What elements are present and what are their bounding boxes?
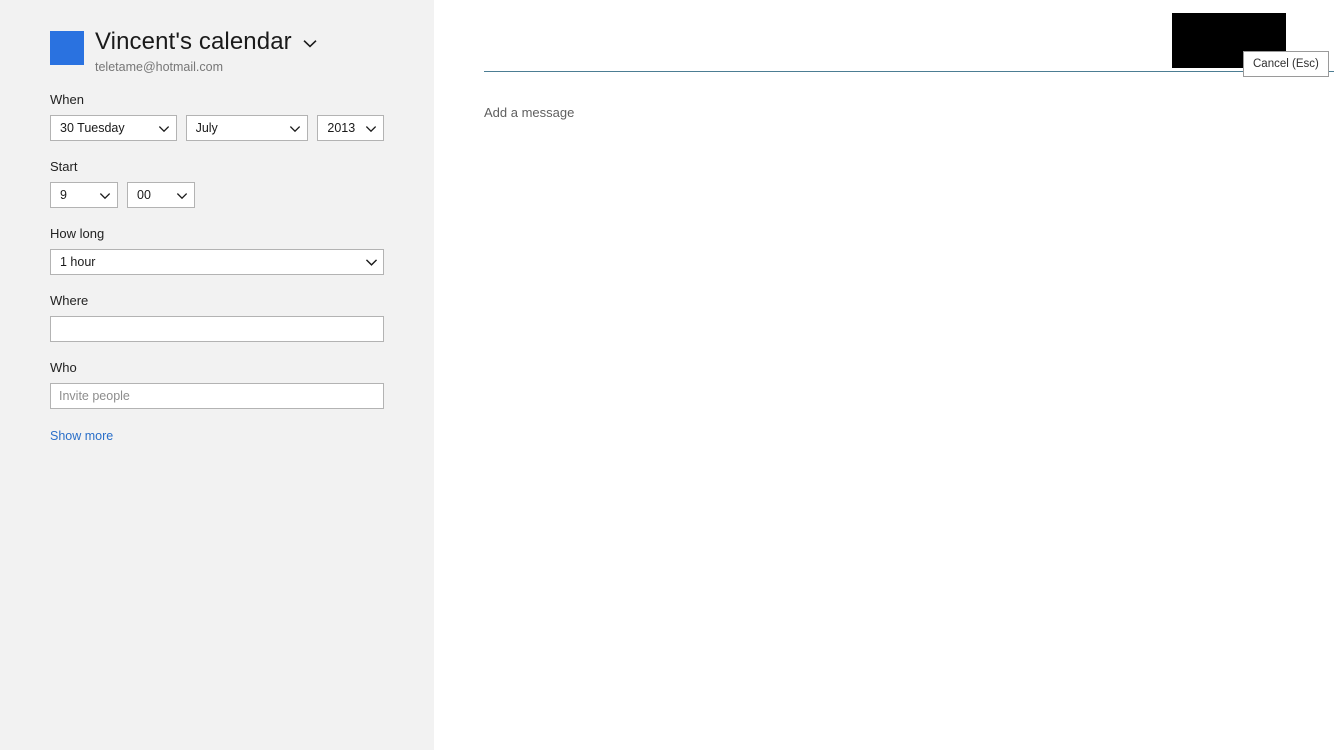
start-label: Start (50, 159, 78, 174)
event-compose-pane: Add a message Cancel (Esc) (434, 0, 1334, 750)
calendar-color-tile (50, 31, 84, 65)
how-long-field-group: How long 1 hour (50, 226, 384, 275)
chevron-down-icon (158, 122, 170, 134)
chevron-down-icon (176, 189, 188, 201)
who-field-group: Who (50, 360, 384, 409)
when-day-value: 30 Tuesday (60, 121, 125, 135)
calendar-name: Vincent's calendar (95, 28, 292, 55)
when-year-value: 2013 (327, 121, 356, 135)
show-more-link[interactable]: Show more (50, 428, 113, 444)
when-month-value: July (195, 121, 218, 135)
when-month-select[interactable]: July (185, 115, 309, 141)
account-text-block: Vincent's calendar teletame@hotmail.com (95, 28, 318, 75)
calendar-event-compose-screen: Vincent's calendar teletame@hotmail.com … (0, 0, 1334, 750)
start-minute-value: 00 (137, 188, 151, 202)
how-long-select[interactable]: 1 hour (50, 249, 384, 275)
who-input[interactable] (50, 383, 384, 409)
cancel-tooltip-label: Cancel (Esc) (1253, 58, 1319, 70)
when-year-select[interactable]: 2013 (317, 115, 384, 141)
event-form: When 30 Tuesday July 2013 Start 9 00 How… (50, 92, 384, 445)
message-body-placeholder[interactable]: Add a message (484, 104, 574, 121)
how-long-value: 1 hour (60, 255, 96, 269)
start-field-group: Start 9 00 (50, 159, 384, 208)
start-minute-select[interactable]: 00 (127, 182, 195, 208)
where-label: Where (50, 293, 89, 308)
chevron-down-icon[interactable] (302, 36, 318, 52)
account-title-row[interactable]: Vincent's calendar (95, 28, 318, 56)
when-label: When (50, 92, 84, 107)
subject-divider (484, 71, 1334, 72)
chevron-down-icon (99, 189, 111, 201)
start-hour-value: 9 (60, 188, 67, 202)
chevron-down-icon (365, 122, 377, 134)
when-field-group: When 30 Tuesday July 2013 (50, 92, 384, 141)
when-row: 30 Tuesday July 2013 (50, 115, 384, 141)
how-long-label: How long (50, 226, 105, 241)
cancel-tooltip: Cancel (Esc) (1243, 51, 1329, 77)
start-hour-select[interactable]: 9 (50, 182, 118, 208)
start-row: 9 00 (50, 182, 384, 208)
who-label: Who (50, 360, 77, 375)
chevron-down-icon (365, 256, 378, 268)
event-details-sidebar: Vincent's calendar teletame@hotmail.com … (0, 0, 434, 750)
account-email: teletame@hotmail.com (95, 60, 224, 74)
chevron-down-icon (289, 122, 301, 134)
where-input[interactable] (50, 316, 384, 342)
account-header[interactable]: Vincent's calendar teletame@hotmail.com (50, 28, 318, 75)
when-day-select[interactable]: 30 Tuesday (50, 115, 177, 141)
where-field-group: Where (50, 293, 384, 342)
